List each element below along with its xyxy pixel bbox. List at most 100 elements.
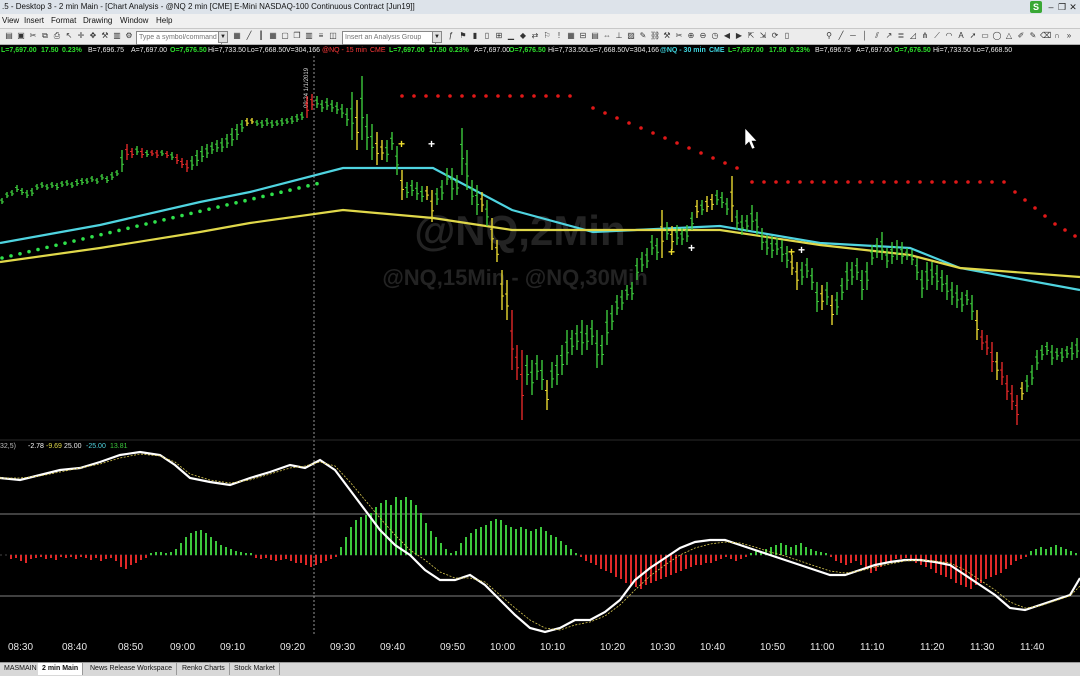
fit-icon[interactable]: ⇲ xyxy=(758,31,768,41)
cut-icon[interactable]: ✂ xyxy=(28,31,38,41)
bars2-icon[interactable]: ▯ xyxy=(482,31,492,41)
price-bar xyxy=(1050,345,1054,365)
close-button[interactable]: ✕ xyxy=(1068,1,1078,13)
interval-icon[interactable]: ◷ xyxy=(710,31,720,41)
s-badge[interactable]: S xyxy=(1030,1,1042,13)
bars-icon[interactable]: ▮ xyxy=(470,31,480,41)
symbol-input[interactable] xyxy=(136,31,222,45)
fib-icon[interactable]: ≣ xyxy=(896,31,906,41)
restore-button[interactable]: ❐ xyxy=(1057,1,1067,13)
candles-icon[interactable]: ┃ xyxy=(256,31,266,41)
copy-icon[interactable]: ⧉ xyxy=(40,31,50,41)
arrow-icon[interactable]: ➚ xyxy=(968,31,978,41)
print-icon[interactable]: ⎙ xyxy=(52,31,62,41)
pencil-icon[interactable]: ✐ xyxy=(1016,31,1026,41)
pan-icon[interactable]: ✥ xyxy=(88,31,98,41)
rectangle-icon[interactable]: ▭ xyxy=(980,31,990,41)
eraser-icon[interactable]: ⌫ xyxy=(1040,31,1051,41)
hline-icon[interactable]: ─ xyxy=(848,31,858,41)
zoom-in-icon[interactable]: ⊕ xyxy=(686,31,696,41)
lock-icon[interactable]: ▯ xyxy=(782,31,792,41)
volume-icon[interactable]: ▁ xyxy=(506,31,516,41)
forward-icon[interactable]: ▶ xyxy=(734,31,744,41)
pointer-icon[interactable]: ↖ xyxy=(64,31,74,41)
expand-icon[interactable]: ⇱ xyxy=(746,31,756,41)
calendar-icon[interactable]: ▦ xyxy=(566,31,576,41)
tab-masmain[interactable]: MASMAIN xyxy=(0,663,42,675)
menu-drawing[interactable]: Drawing xyxy=(83,14,112,28)
menu-help[interactable]: Help xyxy=(156,14,172,28)
cascade-icon[interactable]: ❐ xyxy=(292,31,302,41)
save-icon[interactable]: ▣ xyxy=(16,31,26,41)
channel-icon[interactable]: ⫽ xyxy=(872,31,882,41)
red-dot xyxy=(639,126,643,130)
crosshair-icon[interactable]: ✛ xyxy=(76,31,86,41)
zoom-out-icon[interactable]: ⊖ xyxy=(698,31,708,41)
alert-icon[interactable]: ! xyxy=(554,31,564,41)
open-icon[interactable]: ▤ xyxy=(4,31,14,41)
strategy-icon[interactable]: ⚑ xyxy=(458,31,468,41)
hammer-icon[interactable]: ⚒ xyxy=(100,31,110,41)
link-icon[interactable]: ⛓ xyxy=(650,31,660,41)
histogram-bar xyxy=(990,555,992,577)
scissors-icon[interactable]: ✂ xyxy=(674,31,684,41)
symbol-dropdown-icon[interactable]: ▼ xyxy=(218,31,228,43)
histogram-bar xyxy=(720,555,722,559)
flag-icon[interactable]: ⚐ xyxy=(542,31,552,41)
price-chart[interactable]: @NQ,2Min @NQ,15Min - @NQ,30Min 09:24 1/1… xyxy=(0,56,1080,636)
ruler-icon[interactable]: ⊥ xyxy=(614,31,624,41)
tab-stock-market[interactable]: Stock Market xyxy=(230,663,280,675)
q1-low: Lo=7,668.50 xyxy=(247,47,287,54)
histogram-bar xyxy=(590,555,592,563)
menu-format[interactable]: Format xyxy=(51,14,76,28)
settings-icon[interactable]: ⚙ xyxy=(124,31,134,41)
sync-icon[interactable]: ⟳ xyxy=(770,31,780,41)
wrench-icon[interactable]: ✎ xyxy=(638,31,648,41)
analysis-dropdown-icon[interactable]: ▼ xyxy=(432,31,442,43)
tick-icon[interactable]: ⊞ xyxy=(494,31,504,41)
arc-icon[interactable]: ◠ xyxy=(944,31,954,41)
analysis-group-input[interactable] xyxy=(342,31,436,45)
x-axis-label: 10:00 xyxy=(490,642,516,653)
triangle-icon[interactable]: △ xyxy=(1004,31,1014,41)
magnet-icon[interactable]: ∩ xyxy=(1052,31,1062,41)
layout-icon[interactable]: ▨ xyxy=(626,31,636,41)
compare-icon[interactable]: ⇄ xyxy=(530,31,540,41)
chart-icon[interactable]: ▥ xyxy=(112,31,122,41)
window-icon[interactable]: ▢ xyxy=(280,31,290,41)
bar-chart-icon[interactable]: ▦ xyxy=(232,31,242,41)
ellipse-icon[interactable]: ◯ xyxy=(992,31,1002,41)
histogram-bar xyxy=(160,552,162,555)
scroll-icon[interactable]: ⇔ xyxy=(602,31,612,41)
minimize-button[interactable]: – xyxy=(1046,1,1056,13)
list-icon[interactable]: ≡ xyxy=(316,31,326,41)
speed-icon[interactable]: ⟋ xyxy=(932,31,942,41)
tab-renko-charts[interactable]: Renko Charts xyxy=(178,663,230,675)
text-icon[interactable]: A xyxy=(956,31,966,41)
search-icon[interactable]: ⚲ xyxy=(824,31,834,41)
tab-news-release-workspace[interactable]: News Release Workspace xyxy=(86,663,177,675)
indicator-icon[interactable]: ƒ xyxy=(446,31,456,41)
trendline-icon[interactable]: ╱ xyxy=(836,31,846,41)
price-bar xyxy=(895,240,899,260)
marker-icon[interactable]: ◆ xyxy=(518,31,528,41)
tile-icon[interactable]: ▥ xyxy=(304,31,314,41)
brush-icon[interactable]: ✎ xyxy=(1028,31,1038,41)
line-chart-icon[interactable]: ╱ xyxy=(244,31,254,41)
table-icon[interactable]: ▤ xyxy=(590,31,600,41)
tools-icon[interactable]: ⚒ xyxy=(662,31,672,41)
pitchfork-icon[interactable]: ⋔ xyxy=(920,31,930,41)
more-icon[interactable]: » xyxy=(1064,31,1074,41)
menu-insert[interactable]: Insert xyxy=(24,14,44,28)
format-icon[interactable]: ◫ xyxy=(328,31,338,41)
vline-icon[interactable]: │ xyxy=(860,31,870,41)
menu-window[interactable]: Window xyxy=(120,14,148,28)
tab-2-min-main[interactable]: 2 min Main xyxy=(38,663,84,675)
gann-icon[interactable]: ◿ xyxy=(908,31,918,41)
ray-icon[interactable]: ↗ xyxy=(884,31,894,41)
red-dot xyxy=(1002,180,1006,184)
data-icon[interactable]: ⊟ xyxy=(578,31,588,41)
back-icon[interactable]: ◀ xyxy=(722,31,732,41)
menu-view[interactable]: View xyxy=(2,14,19,28)
grid-icon[interactable]: ▦ xyxy=(268,31,278,41)
